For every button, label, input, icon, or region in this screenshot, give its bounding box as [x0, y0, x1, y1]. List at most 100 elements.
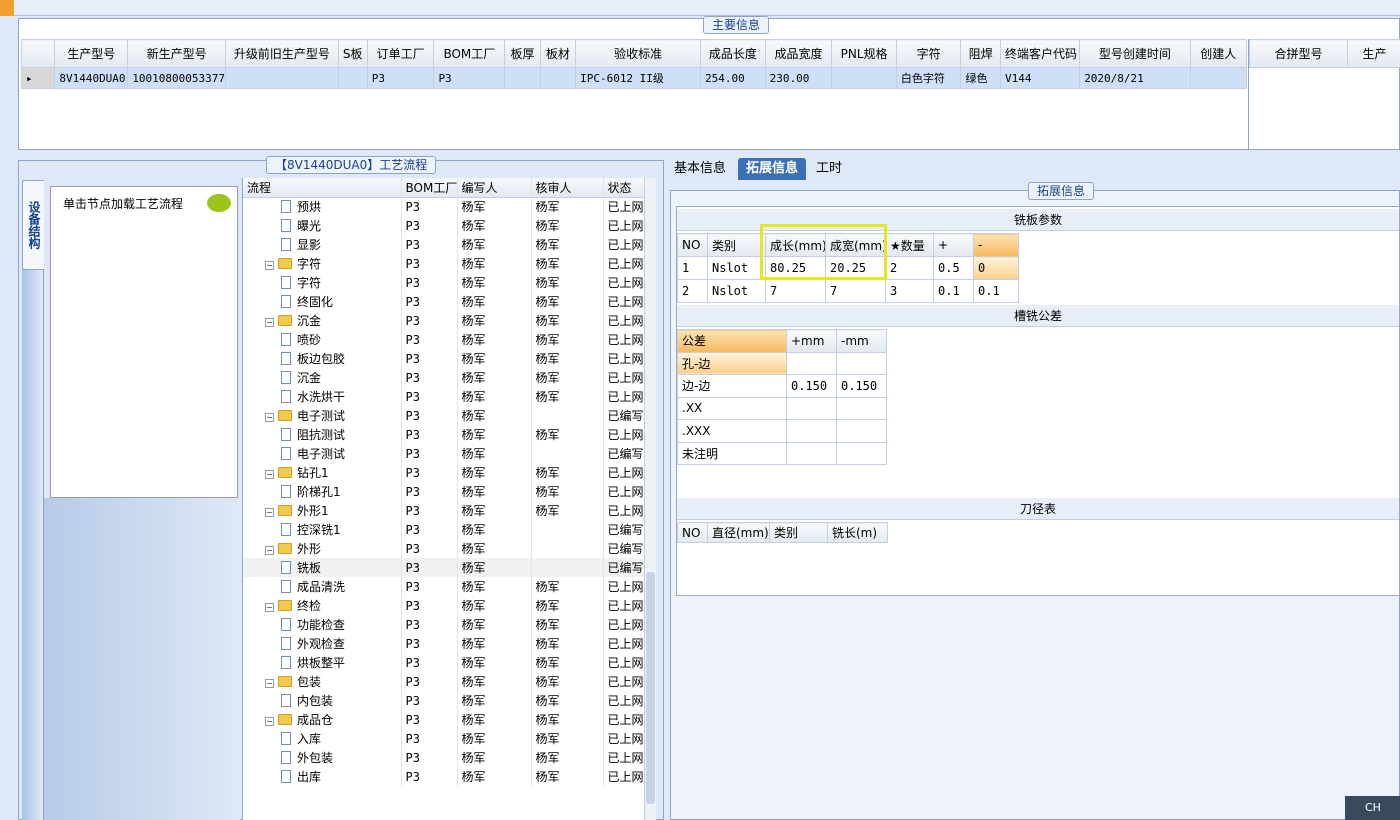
main-cell[interactable] [831, 67, 897, 89]
main-cell[interactable]: 8V1440DUA0 [54, 67, 129, 89]
combined-col-header[interactable]: 合拼型号 [1249, 39, 1348, 68]
tolerance-col-header[interactable]: -mm [836, 329, 887, 353]
tolerance-cell[interactable]: 未注明 [677, 441, 787, 465]
collapse-icon[interactable]: − [265, 679, 274, 688]
tree-node[interactable]: − 电子测试 [243, 406, 402, 425]
collapse-icon[interactable]: − [265, 470, 274, 479]
tolerance-cell[interactable] [786, 419, 837, 443]
main-col-header[interactable]: 验收标准 [575, 39, 702, 68]
tab-equipment-structure[interactable]: 设备结构 [22, 180, 44, 270]
collapse-icon[interactable]: − [265, 717, 274, 726]
table-row[interactable]: 边-边 0.150 0.150 [677, 374, 887, 398]
main-col-header[interactable]: 板材 [539, 39, 577, 68]
milling-cell[interactable]: 1 [677, 256, 708, 280]
tolerance-cell[interactable] [836, 351, 887, 375]
tree-col-header[interactable]: 流程 [243, 178, 402, 198]
tolerance-cell[interactable] [836, 419, 887, 443]
tree-node[interactable]: 水洗烘干 [243, 387, 402, 406]
collapse-icon[interactable]: − [265, 603, 274, 612]
tree-row[interactable]: 内包装 P3 杨军 杨军 已上网 [243, 691, 656, 710]
milling-cell[interactable]: 0.5 [933, 256, 974, 280]
tool-col-header[interactable]: NO [677, 522, 708, 543]
tree-row[interactable]: − 外形1 P3 杨军 杨军 已上网 [243, 501, 656, 520]
tree-col-header[interactable]: BOM工厂 [401, 178, 458, 198]
tolerance-col-header[interactable]: 公差 [677, 329, 787, 353]
main-cell[interactable]: P3 [433, 67, 506, 89]
main-col-header[interactable]: BOM工厂 [433, 39, 506, 68]
tree-node[interactable]: 控深铣1 [243, 520, 402, 539]
collapse-icon[interactable]: − [265, 508, 274, 517]
tree-row[interactable]: − 包装 P3 杨军 杨军 已上网 [243, 672, 656, 691]
tolerance-cell[interactable] [786, 351, 837, 375]
tree-node[interactable]: 预烘 [243, 197, 402, 216]
tree-node[interactable]: − 终检 [243, 596, 402, 615]
main-col-header[interactable]: 板厚 [504, 39, 541, 68]
tree-row[interactable]: 预烘 P3 杨军 杨军 已上网 [243, 197, 656, 216]
tolerance-cell[interactable]: 0.150 [836, 374, 887, 398]
main-col-header[interactable]: 成品长度 [700, 39, 766, 68]
tolerance-cell[interactable]: 0.150 [786, 374, 837, 398]
tree-scroll-thumb[interactable] [646, 572, 655, 804]
collapse-icon[interactable]: − [265, 261, 274, 270]
main-cell[interactable]: 白色字符 [895, 67, 962, 89]
tree-node[interactable]: 成品清洗 [243, 577, 402, 596]
tab-basic[interactable]: 基本信息 [666, 158, 734, 180]
table-row[interactable]: .XX [677, 396, 887, 420]
main-cell[interactable] [1189, 67, 1248, 89]
tree-row[interactable]: 阶梯孔1 P3 杨军 杨军 已上网 [243, 482, 656, 501]
tab-hours[interactable]: 工时 [808, 158, 850, 180]
table-row[interactable]: .XXX [677, 419, 887, 443]
milling-cell[interactable]: 7 [765, 279, 826, 303]
tree-node[interactable]: 外包装 [243, 748, 402, 767]
tree-node[interactable]: 外观检查 [243, 634, 402, 653]
tree-node[interactable]: 终固化 [243, 292, 402, 311]
main-cell[interactable] [539, 67, 577, 89]
tree-vertical-scrollbar[interactable] [644, 178, 656, 820]
main-cell[interactable]: 绿色 [960, 67, 1002, 89]
main-col-header[interactable]: 升级前旧生产型号 [225, 39, 339, 68]
tree-node[interactable]: 阻抗测试 [243, 425, 402, 444]
tree-row[interactable]: 板边包胶 P3 杨军 杨军 已上网 [243, 349, 656, 368]
tree-row[interactable]: 曝光 P3 杨军 杨军 已上网 [243, 216, 656, 235]
tree-row[interactable]: 功能检查 P3 杨军 杨军 已上网 [243, 615, 656, 634]
tree-node[interactable]: 板边包胶 [243, 349, 402, 368]
main-col-header[interactable]: 订单工厂 [366, 39, 435, 68]
main-cell[interactable]: P3 [366, 67, 435, 89]
tree-node[interactable]: − 成品仓 [243, 710, 402, 729]
main-col-header[interactable]: 字符 [895, 39, 962, 68]
tree-row[interactable]: 喷砂 P3 杨军 杨军 已上网 [243, 330, 656, 349]
milling-cell[interactable]: Nslot [707, 279, 766, 303]
main-cell[interactable] [225, 67, 339, 89]
tree-node[interactable]: 字符 [243, 273, 402, 292]
tool-col-header[interactable]: 铣长(m) [827, 522, 888, 543]
main-col-header[interactable]: 创建人 [1189, 39, 1248, 68]
tree-node[interactable]: − 外形1 [243, 501, 402, 520]
main-col-header[interactable]: 成品宽度 [764, 39, 833, 68]
tree-row[interactable]: 铣板 P3 杨军 已编写 [243, 558, 656, 577]
tab-extended[interactable]: 拓展信息 [738, 158, 807, 180]
tolerance-cell[interactable]: .XXX [677, 419, 787, 443]
main-col-header[interactable]: S板 [337, 39, 368, 68]
tree-row[interactable]: 水洗烘干 P3 杨军 杨军 已上网 [243, 387, 656, 406]
collapse-icon[interactable]: − [265, 413, 274, 422]
tree-row[interactable]: 烘板整平 P3 杨军 杨军 已上网 [243, 653, 656, 672]
milling-col-header[interactable]: + [933, 233, 974, 257]
tolerance-cell[interactable]: 孔-边 [677, 351, 787, 375]
milling-cell[interactable]: 0.1 [973, 279, 1019, 303]
tolerance-cell[interactable]: .XX [677, 396, 787, 420]
tree-node[interactable]: − 外形 [243, 539, 402, 558]
row-selector-icon[interactable]: ▸ [20, 67, 56, 89]
tolerance-cell[interactable] [786, 396, 837, 420]
table-row[interactable]: 2 Nslot 7 7 3 0.1 0.1 [677, 279, 1019, 303]
milling-col-header[interactable]: - [973, 233, 1019, 257]
main-col-header[interactable]: 阻焊 [960, 39, 1002, 68]
tree-node[interactable]: 喷砂 [243, 330, 402, 349]
main-col-header[interactable]: 生产型号 [54, 39, 129, 68]
tolerance-cell[interactable]: 边-边 [677, 374, 787, 398]
tree-node[interactable]: − 钻孔1 [243, 463, 402, 482]
milling-cell[interactable]: Nslot [707, 256, 766, 280]
tree-node[interactable]: − 字符 [243, 254, 402, 273]
collapse-icon[interactable]: − [265, 546, 274, 555]
tree-row[interactable]: 成品清洗 P3 杨军 杨军 已上网 [243, 577, 656, 596]
tree-row[interactable]: 外观检查 P3 杨军 杨军 已上网 [243, 634, 656, 653]
